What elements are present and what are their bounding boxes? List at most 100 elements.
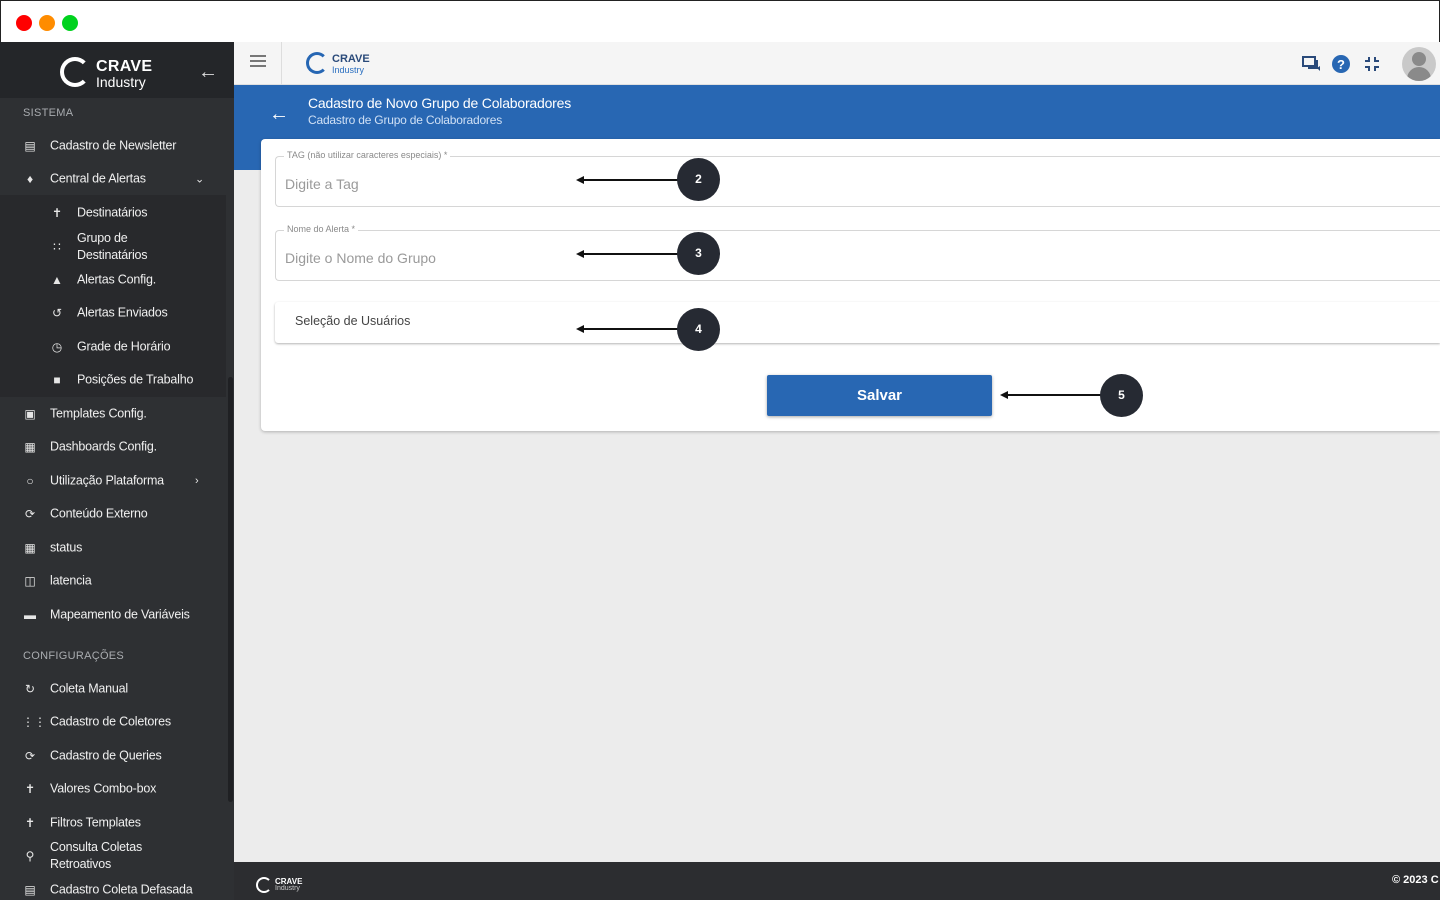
circle-icon: ○ [26,474,34,488]
sidebar-item-filtros-templates[interactable]: ✝ Filtros Templates [0,807,226,839]
sidebar-item-grupo-destinatarios[interactable]: ∷ Grupo de Destinatários [0,230,226,264]
sidebar-item-dashboards-config[interactable]: ▦ Dashboards Config. [0,431,226,463]
maximize-window-button[interactable] [62,15,78,31]
sidebar-item-templates-config[interactable]: ▣ Templates Config. [0,398,226,430]
dashboard-icon: ▦ [24,440,36,454]
sidebar-item-label: Dashboards Config. [50,439,157,454]
tag-field-label: TAG (não utilizar caracteres especiais) … [284,150,451,160]
sidebar-item-alertas-config[interactable]: ▲ Alertas Config. [0,264,226,296]
sidebar: CRAVE Industry ← SISTEMA ▤ Cadastro de N… [0,42,234,900]
minimize-window-button[interactable] [39,15,55,31]
logo-tagline: Industry [332,65,365,75]
templates-icon: ▣ [24,407,36,421]
arrow-line [582,253,678,255]
footer-logo: CRAVE Industry [256,876,316,896]
user-selection-label: Seleção de Usuários [295,314,411,328]
user-avatar[interactable] [1402,47,1436,81]
sync-icon: ⟳ [24,749,36,763]
logo-tagline: Industry [96,74,146,90]
annotation-badge: 2 [677,158,720,201]
footer: CRAVE Industry © 2023 C [234,862,1440,900]
person-icon: ✝ [24,782,36,796]
sidebar-item-label: Valores Combo-box [50,781,157,796]
logo-ring-icon [256,877,272,893]
sidebar-item-label: Cadastro de Coletores [50,714,171,729]
sidebar-item-coleta-manual[interactable]: ↻ Coleta Manual [0,673,226,705]
page-subtitle: Cadastro de Grupo de Colaboradores [308,113,502,127]
sidebar-item-coleta-defasada[interactable]: ▤ Cadastro Coleta Defasada [0,874,226,900]
sidebar-item-alertas-enviados[interactable]: ↺ Alertas Enviados [0,297,226,329]
sidebar-item-posicoes-trabalho[interactable]: ■ Posições de Trabalho [0,364,226,396]
external-content-icon: ⟳ [24,507,36,521]
sidebar-item-label: Consulta Coletas Retroativos [50,840,142,871]
user-selection-panel[interactable]: Seleção de Usuários [275,302,1440,343]
chat-icon[interactable] [1302,54,1322,74]
section-sistema: SISTEMA [23,107,74,119]
sidebar-item-label: Grade de Horário [77,339,171,354]
sidebar-item-utilizacao-plataforma[interactable]: ○ Utilização Plataforma › [0,465,226,497]
chevron-down-icon: ⌄ [195,173,205,186]
name-field-label: Nome do Alerta * [284,224,359,234]
sidebar-item-label: latencia [50,573,92,588]
sidebar-scrollbar-thumb[interactable] [228,377,233,802]
tag-field: TAG (não utilizar caracteres especiais) … [275,150,1440,207]
top-bar: CRAVE Industry ? [234,42,1440,85]
window-titlebar [0,0,1440,42]
sidebar-item-cadastro-queries[interactable]: ⟳ Cadastro de Queries [0,740,226,772]
close-window-button[interactable] [16,15,32,31]
copyright-text: © 2023 C [1392,874,1439,886]
sidebar-item-label: status [50,540,83,555]
tag-input[interactable] [285,173,885,195]
logo-ring-icon [306,52,328,74]
sidebar-item-label: Cadastro de Queries [50,748,162,763]
sidebar-header: CRAVE Industry ← [0,42,234,98]
chevron-right-icon: › [195,475,199,487]
annotation-badge: 4 [677,308,720,351]
search-icon: ⚲ [25,849,35,863]
sidebar-item-status[interactable]: ▦ status [0,532,226,564]
group-name-input[interactable] [285,247,885,269]
sidebar-item-central-alertas[interactable]: ♦ Central de Alertas ⌄ [0,163,226,195]
sidebar-item-valores-combo-box[interactable]: ✝ Valores Combo-box [0,773,226,805]
sidebar-item-label: Coleta Manual [50,681,129,696]
section-configuracoes: CONFIGURAÇÕES [23,650,125,662]
topbar-divider [281,42,282,85]
sidebar-item-conteudo-externo[interactable]: ⟳ Conteúdo Externo [0,498,226,530]
sidebar-item-label: Central de Alertas [50,171,146,186]
exit-fullscreen-icon[interactable] [1362,54,1382,74]
refresh-icon: ↻ [24,682,36,696]
back-arrow-icon[interactable]: ← [268,103,290,125]
sidebar-item-label: Alertas Enviados [77,305,168,320]
sidebar-item-label: Grupo de Destinatários [77,231,148,262]
sidebar-item-consulta-coletas[interactable]: ⚲ Consulta Coletas Retroativos [0,839,226,873]
svg-text:?: ? [1337,57,1345,72]
sidebar-item-label: Alertas Config. [77,272,156,287]
sidebar-item-label: Cadastro Coleta Defasada [50,882,193,897]
group-icon: ∷ [53,240,61,254]
sidebar-item-label: Conteúdo Externo [50,506,148,521]
annotation-badge: 5 [1100,374,1143,417]
sidebar-item-destinatarios[interactable]: ✝ Destinatários [0,197,226,229]
arrow-line [1006,394,1102,396]
map-icon: ▬ [24,608,36,622]
logo-name: CRAVE [332,53,370,65]
grid-icon: ▦ [24,541,36,555]
help-icon[interactable]: ? [1331,54,1351,74]
crave-logo-small[interactable]: CRAVE Industry [306,51,386,77]
sidebar-item-latencia[interactable]: ◫ latencia [0,565,226,597]
avatar-head [1412,52,1426,66]
arrow-line [582,179,678,181]
sidebar-item-grade-horario[interactable]: ◷ Grade de Horário [0,331,226,363]
sidebar-item-newsletter[interactable]: ▤ Cadastro de Newsletter [0,130,226,162]
timer-icon: ◫ [24,574,36,588]
arrow-line [582,328,678,330]
alert-config-icon: ▲ [51,273,63,287]
name-field: Nome do Alerta * [275,224,1440,281]
sidebar-item-label: Posições de Trabalho [77,372,194,387]
hamburger-menu-icon[interactable] [250,55,266,67]
sidebar-item-mapeamento-variaveis[interactable]: ▬ Mapeamento de Variáveis [0,599,226,631]
sidebar-item-cadastro-coletores[interactable]: ⋮⋮ Cadastro de Coletores [0,706,226,738]
collapse-sidebar-arrow-icon[interactable]: ← [196,60,220,84]
avatar-body [1407,67,1431,81]
save-button[interactable]: Salvar [767,375,992,416]
